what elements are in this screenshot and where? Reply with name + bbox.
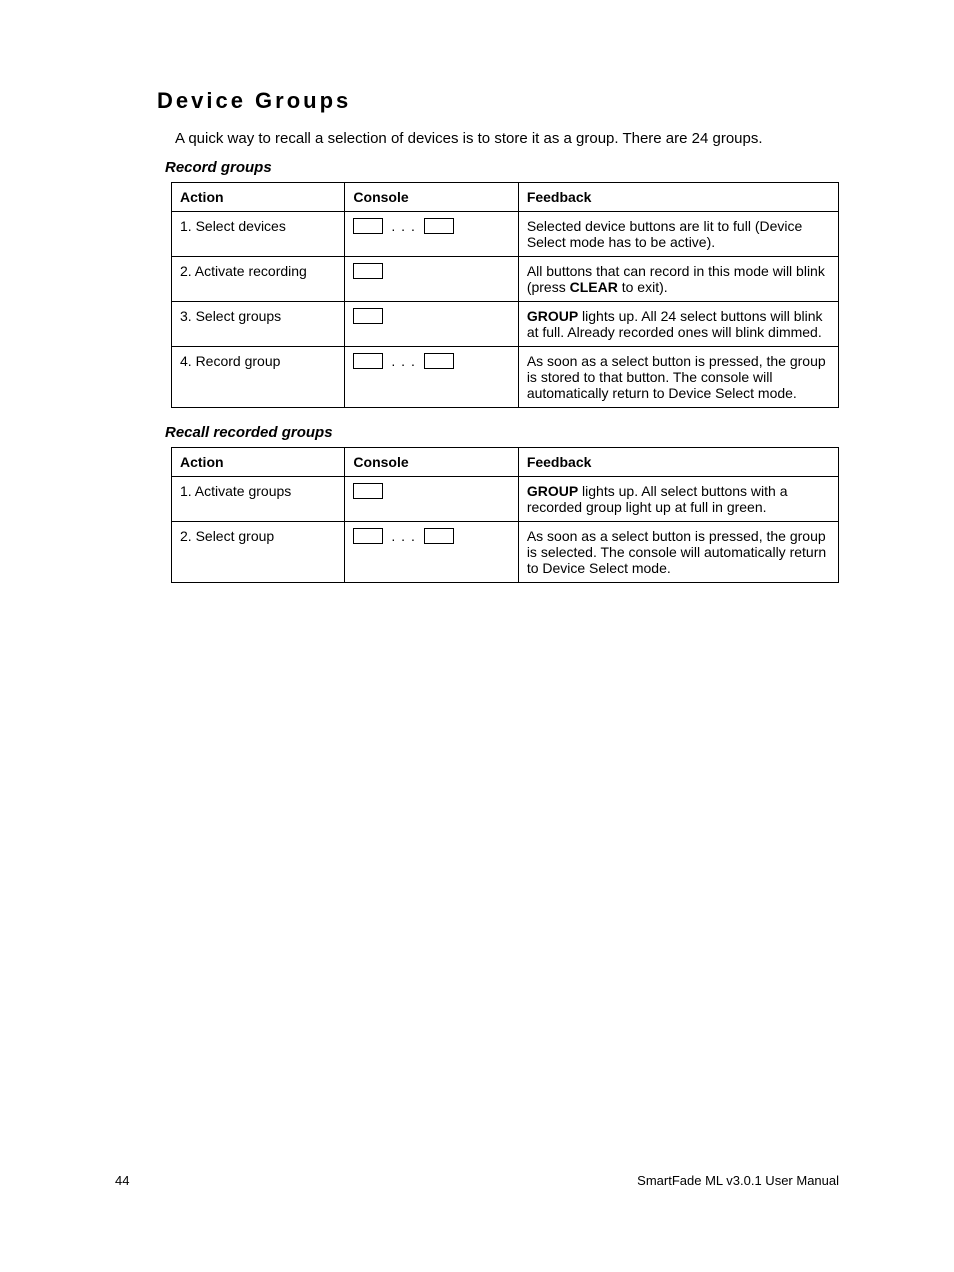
- th-console: Console: [345, 183, 518, 212]
- table-row: 2. Activate recording All buttons that ca…: [172, 257, 839, 302]
- console-button-icon: [353, 263, 383, 279]
- table-row: 1. Select devices . . . Selected device bu…: [172, 212, 839, 257]
- console-button-multi-icon: . . .: [353, 218, 453, 234]
- cell-feedback: All buttons that can record in this mode…: [518, 257, 838, 302]
- table-row: 1. Activate groups GROUP lights up. All s…: [172, 477, 839, 522]
- cell-action: 2. Activate recording: [172, 257, 345, 302]
- page-footer: 44 SmartFade ML v3.0.1 User Manual: [115, 1173, 839, 1188]
- th-feedback: Feedback: [518, 183, 838, 212]
- cell-console: [345, 257, 518, 302]
- cell-feedback: GROUP lights up. All select buttons with…: [518, 477, 838, 522]
- table-recall-groups: Action Console Feedback 1. Activate grou…: [171, 447, 839, 583]
- doc-title: SmartFade ML v3.0.1 User Manual: [637, 1173, 839, 1188]
- cell-action: 1. Activate groups: [172, 477, 345, 522]
- subheading-record-groups: Record groups: [165, 159, 839, 176]
- cell-console: . . .: [345, 212, 518, 257]
- th-action: Action: [172, 183, 345, 212]
- cell-console: . . .: [345, 347, 518, 408]
- cell-feedback: Selected device buttons are lit to full …: [518, 212, 838, 257]
- subheading-recall-groups: Recall recorded groups: [165, 424, 839, 441]
- cell-feedback: As soon as a select button is pressed, t…: [518, 522, 838, 583]
- console-button-icon: [353, 308, 383, 324]
- page-number: 44: [115, 1173, 129, 1188]
- cell-feedback: As soon as a select button is pressed, t…: [518, 347, 838, 408]
- cell-action: 3. Select groups: [172, 302, 345, 347]
- table-row: 3. Select groups GROUP lights up. All 24 …: [172, 302, 839, 347]
- section-heading: Device Groups: [157, 88, 839, 114]
- console-button-multi-icon: . . .: [353, 528, 453, 544]
- cell-console: [345, 302, 518, 347]
- table-row: 2. Select group . . . As soon as a select …: [172, 522, 839, 583]
- cell-feedback: GROUP lights up. All 24 select buttons w…: [518, 302, 838, 347]
- console-button-multi-icon: . . .: [353, 353, 453, 369]
- cell-console: [345, 477, 518, 522]
- cell-action: 4. Record group: [172, 347, 345, 408]
- intro-text: A quick way to recall a selection of dev…: [175, 130, 839, 147]
- th-feedback: Feedback: [518, 448, 838, 477]
- th-action: Action: [172, 448, 345, 477]
- table-row: 4. Record group . . . As soon as a select …: [172, 347, 839, 408]
- console-button-icon: [353, 483, 383, 499]
- cell-action: 2. Select group: [172, 522, 345, 583]
- cell-console: . . .: [345, 522, 518, 583]
- cell-action: 1. Select devices: [172, 212, 345, 257]
- th-console: Console: [345, 448, 518, 477]
- table-record-groups: Action Console Feedback 1. Select device…: [171, 182, 839, 408]
